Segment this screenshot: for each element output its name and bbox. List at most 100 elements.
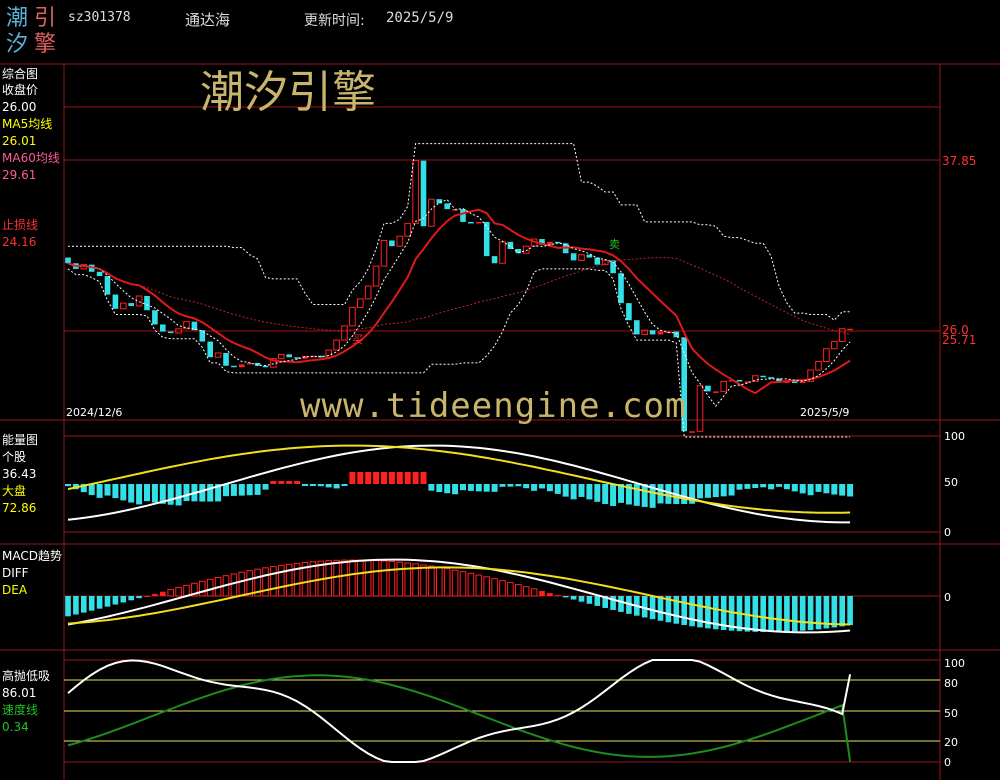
energy-bar-35 bbox=[341, 484, 348, 486]
hilo-axis-20: 20 bbox=[944, 736, 958, 749]
energy-bar-3 bbox=[88, 484, 95, 496]
macd-bar-61 bbox=[547, 593, 553, 596]
logo-char-4: 擎 bbox=[34, 32, 57, 57]
macd-bar-64 bbox=[570, 596, 577, 600]
energy-bar-55 bbox=[499, 484, 506, 487]
candle-67 bbox=[594, 257, 601, 265]
candle-54 bbox=[491, 256, 498, 264]
update-time-value: 2025/5/9 bbox=[386, 10, 454, 26]
macd-bar-46 bbox=[428, 565, 435, 597]
energy-bar-43 bbox=[404, 472, 411, 484]
update-time-label: 更新时间: bbox=[304, 13, 365, 29]
macd-bar-60 bbox=[539, 590, 545, 596]
energy-bar-52 bbox=[475, 484, 482, 492]
energy-title: 能量图 bbox=[2, 433, 39, 447]
energy-market-line bbox=[67, 444, 851, 514]
energy-bar-51 bbox=[467, 484, 474, 491]
candle-10 bbox=[144, 295, 150, 311]
candle-28 bbox=[286, 354, 292, 358]
candle-40 bbox=[380, 239, 388, 267]
candle-75 bbox=[657, 331, 664, 335]
energy-bar-45 bbox=[420, 472, 427, 484]
candle-96 bbox=[823, 348, 830, 362]
candle-85 bbox=[736, 380, 743, 382]
watermark-brand: 潮汐引擎 bbox=[200, 67, 376, 118]
energy-bar-0 bbox=[65, 484, 71, 487]
hilo-title: 高抛低吸 bbox=[2, 669, 51, 683]
macd-bar-79 bbox=[689, 596, 695, 627]
energy-bar-62 bbox=[554, 484, 561, 494]
speed-line-label: 速度线 bbox=[2, 703, 39, 717]
macd-bar-21 bbox=[230, 573, 238, 597]
macd-bar-26 bbox=[270, 566, 277, 597]
candle-83 bbox=[720, 380, 728, 392]
close-price-value: 26.00 bbox=[2, 100, 37, 114]
ma5-value: 26.01 bbox=[2, 134, 37, 148]
candle-6 bbox=[112, 294, 119, 309]
energy-stock-value: 36.43 bbox=[2, 467, 37, 481]
logo: 潮 引 汐 擎 bbox=[6, 6, 62, 60]
macd-bar-15 bbox=[183, 584, 190, 597]
macd-bar-8 bbox=[128, 596, 134, 601]
energy-bar-98 bbox=[839, 484, 846, 496]
energy-bar-80 bbox=[697, 484, 703, 499]
macd-bar-95 bbox=[815, 596, 822, 630]
macd-bar-94 bbox=[807, 596, 814, 631]
energy-bar-29 bbox=[294, 481, 301, 484]
macd-bar-34 bbox=[333, 559, 340, 597]
energy-bar-38 bbox=[365, 472, 372, 484]
macd-bar-87 bbox=[752, 596, 759, 632]
macd-bar-1 bbox=[73, 596, 79, 615]
candle-99 bbox=[847, 328, 853, 331]
macd-bar-36 bbox=[349, 559, 356, 597]
macd-bar-53 bbox=[483, 576, 490, 597]
candle-64 bbox=[570, 253, 577, 261]
energy-bar-92 bbox=[791, 484, 798, 492]
hilo-axis-100: 100 bbox=[944, 657, 965, 670]
macd-bar-62 bbox=[555, 595, 561, 597]
ma5-line bbox=[67, 199, 851, 408]
logo-char-2: 引 bbox=[34, 6, 57, 31]
energy-bar-84 bbox=[728, 484, 735, 496]
energy-bar-86 bbox=[744, 484, 751, 489]
stop-loss-value: 24.16 bbox=[2, 235, 37, 249]
candle-38 bbox=[364, 285, 372, 300]
energy-bar-99 bbox=[847, 484, 854, 497]
energy-bar-78 bbox=[681, 484, 688, 504]
macd-bar-10 bbox=[144, 596, 150, 597]
candle-97 bbox=[831, 341, 838, 350]
macd-bar-59 bbox=[530, 588, 538, 597]
macd-bar-23 bbox=[246, 570, 253, 597]
energy-bar-96 bbox=[823, 484, 830, 494]
candle-0 bbox=[65, 257, 71, 264]
logo-char-3: 汐 bbox=[6, 32, 29, 57]
ma60-line bbox=[67, 257, 851, 335]
stock-name: 通达海 bbox=[185, 11, 231, 29]
macd-bar-54 bbox=[491, 578, 498, 597]
candle-18 bbox=[207, 341, 213, 358]
energy-bar-33 bbox=[325, 484, 332, 488]
energy-bar-66 bbox=[586, 484, 593, 500]
sell-marker: 卖 bbox=[609, 238, 620, 251]
macd-bar-11 bbox=[152, 593, 158, 596]
macd-bar-47 bbox=[436, 566, 443, 597]
candle-27 bbox=[278, 353, 285, 360]
macd-bar-2 bbox=[81, 596, 87, 613]
energy-market-label: 大盘 bbox=[2, 484, 27, 498]
macd-bar-66 bbox=[586, 596, 593, 604]
energy-bar-58 bbox=[523, 484, 530, 489]
macd-bar-99 bbox=[847, 596, 853, 626]
candle-58 bbox=[522, 245, 530, 254]
candle-5 bbox=[104, 276, 111, 295]
header-bar: 潮 引 汐 擎 sz301378 通达海 更新时间: 2025/5/9 bbox=[0, 0, 1000, 64]
energy-bar-24 bbox=[254, 484, 261, 495]
energy-bar-9 bbox=[136, 484, 143, 505]
macd-bar-17 bbox=[199, 580, 206, 597]
stop-loss-label: 止损线 bbox=[2, 218, 39, 232]
energy-bar-90 bbox=[776, 484, 782, 487]
date-start: 2024/12/6 bbox=[66, 406, 123, 419]
macd-bar-42 bbox=[396, 561, 404, 597]
macd-dea-label: DEA bbox=[2, 583, 28, 597]
macd-bar-37 bbox=[357, 559, 364, 597]
right-axis-top: 37.85 bbox=[942, 154, 977, 168]
